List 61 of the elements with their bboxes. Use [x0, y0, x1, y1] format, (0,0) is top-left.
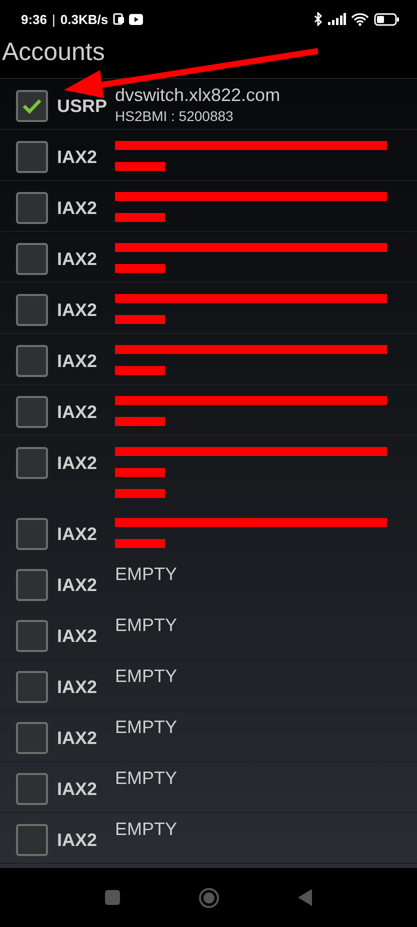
redaction-mark — [115, 489, 165, 498]
protocol-label: IAX2 — [57, 351, 98, 372]
protocol-label: IAX2 — [57, 728, 98, 749]
redaction-mark — [115, 315, 165, 324]
checkbox[interactable] — [16, 345, 48, 377]
host-text: EMPTY — [115, 818, 178, 841]
protocol-label: IAX2 — [57, 300, 98, 321]
checkbox[interactable] — [16, 518, 48, 550]
checkbox[interactable] — [16, 722, 48, 754]
checkbox[interactable] — [16, 569, 48, 601]
battery-icon — [374, 12, 399, 26]
page-title: Accounts — [2, 38, 105, 66]
checkbox[interactable] — [16, 824, 48, 856]
host-text: EMPTY — [115, 563, 178, 586]
host-text: EMPTY — [115, 614, 178, 637]
callsign-text: HS2BMI : 5200883 — [115, 107, 234, 126]
signal-icon — [328, 13, 346, 25]
checkbox[interactable] — [16, 620, 48, 652]
notification-icon — [113, 13, 124, 25]
protocol-label: IAX2 — [57, 147, 98, 168]
bluetooth-icon — [314, 12, 323, 26]
redaction-mark — [115, 417, 165, 426]
checkbox[interactable] — [16, 447, 48, 479]
host-text: EMPTY — [115, 767, 178, 790]
back-button[interactable] — [298, 889, 312, 906]
checkbox[interactable] — [16, 141, 48, 173]
status-divider: | — [52, 12, 56, 26]
protocol-label: IAX2 — [57, 402, 98, 423]
checkbox[interactable] — [16, 396, 48, 428]
redaction-mark — [115, 539, 165, 548]
protocol-label: IAX2 — [57, 779, 98, 800]
status-time: 9:36 — [21, 12, 48, 26]
protocol-label: IAX2 — [57, 626, 98, 647]
protocol-label: IAX2 — [57, 830, 98, 851]
host-text: EMPTY — [115, 716, 178, 739]
checkbox[interactable] — [16, 294, 48, 326]
protocol-label: IAX2 — [57, 453, 98, 474]
protocol-label: IAX2 — [57, 249, 98, 270]
protocol-label: IAX2 — [57, 198, 98, 219]
redaction-mark — [115, 162, 165, 171]
host-text: dvswitch.xlx822.com — [115, 84, 280, 107]
redaction-mark — [115, 213, 165, 222]
home-button[interactable] — [198, 886, 220, 908]
redaction-mark — [115, 264, 165, 273]
checkbox[interactable] — [16, 90, 48, 122]
network-speed: 0.3KB/s — [60, 12, 108, 26]
checkbox[interactable] — [16, 773, 48, 805]
redaction-mark — [115, 366, 165, 375]
wifi-icon — [351, 12, 369, 26]
checkmark-icon — [22, 98, 42, 114]
redaction-mark — [115, 468, 165, 477]
protocol-label: IAX2 — [57, 575, 98, 596]
host-text: EMPTY — [115, 665, 178, 688]
protocol-label: IAX2 — [57, 524, 98, 545]
play-icon — [129, 14, 144, 24]
checkbox[interactable] — [16, 192, 48, 224]
protocol-label: IAX2 — [57, 677, 98, 698]
checkbox[interactable] — [16, 243, 48, 275]
checkbox[interactable] — [16, 671, 48, 703]
recents-button[interactable] — [105, 890, 120, 905]
protocol-label: USRP — [57, 96, 108, 117]
